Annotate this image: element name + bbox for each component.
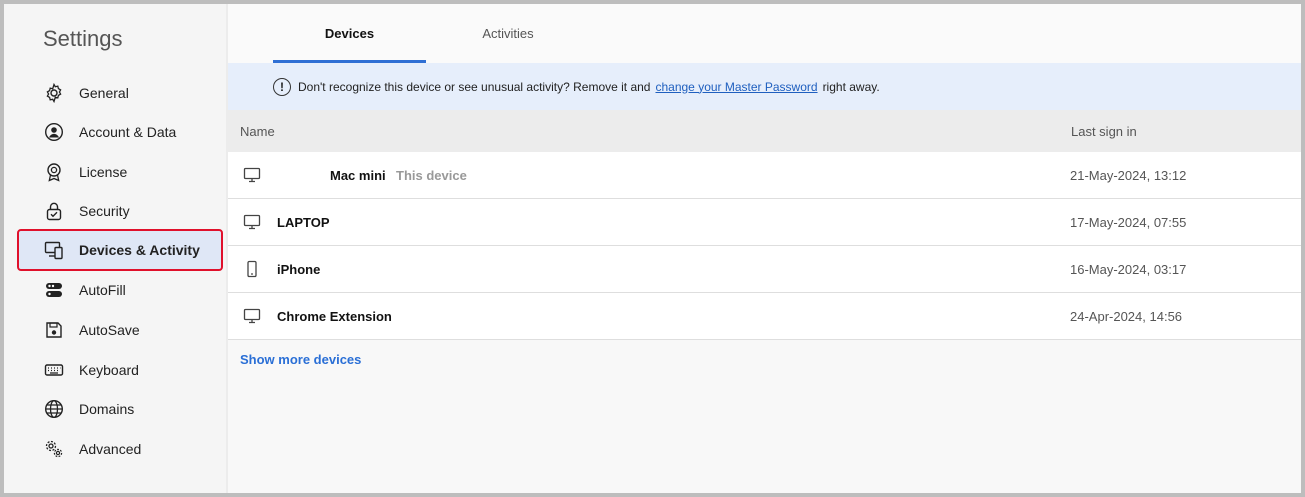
sidebar-item-autosave[interactable]: AutoSave (19, 311, 221, 349)
devices-icon (43, 239, 65, 261)
sidebar-item-license[interactable]: License (19, 153, 221, 191)
devices-table-header: Name Last sign in (228, 110, 1301, 152)
desktop-icon (242, 212, 262, 232)
device-name: Mac mini (330, 168, 386, 183)
keyboard-icon (43, 359, 65, 381)
last-sign-in: 21-May-2024, 13:12 (1070, 168, 1187, 183)
desktop-icon (242, 306, 262, 326)
lock-icon (43, 200, 65, 222)
globe-icon (43, 398, 65, 420)
device-name: Chrome Extension (277, 309, 392, 324)
settings-window: Settings General Account & Data License … (0, 0, 1305, 497)
sidebar-item-domains[interactable]: Domains (19, 390, 221, 428)
table-row[interactable]: LAPTOP 17-May-2024, 07:55 (228, 199, 1301, 246)
table-row[interactable]: Mac mini This device 21-May-2024, 13:12 (228, 152, 1301, 199)
sidebar-item-label: Security (79, 203, 130, 219)
license-badge-icon (43, 161, 65, 183)
table-row[interactable]: Chrome Extension 24-Apr-2024, 14:56 (228, 293, 1301, 340)
change-master-password-link[interactable]: change your Master Password (655, 80, 817, 94)
tab-bar: Devices Activities (228, 4, 1301, 63)
column-header-last-sign-in: Last sign in (1071, 124, 1137, 139)
last-sign-in: 16-May-2024, 03:17 (1070, 262, 1187, 277)
sidebar-item-keyboard[interactable]: Keyboard (19, 351, 221, 389)
column-header-name: Name (240, 124, 275, 139)
sidebar-item-security[interactable]: Security (19, 192, 221, 230)
last-sign-in: 17-May-2024, 07:55 (1070, 215, 1187, 230)
sidebar-item-account-data[interactable]: Account & Data (19, 113, 221, 151)
this-device-tag: This device (396, 168, 467, 183)
show-more-devices-link[interactable]: Show more devices (240, 352, 361, 367)
security-warning-banner: ! Don't recognize this device or see unu… (228, 63, 1301, 110)
sidebar: Settings General Account & Data License … (4, 4, 228, 493)
sidebar-title: Settings (43, 26, 123, 51)
autofill-icon (43, 279, 65, 301)
sidebar-item-label: AutoFill (79, 282, 126, 298)
last-sign-in: 24-Apr-2024, 14:56 (1070, 309, 1183, 324)
sidebar-item-label: Account & Data (79, 124, 177, 140)
account-icon (43, 121, 65, 143)
sidebar-item-label: Keyboard (79, 362, 139, 378)
sidebar-item-label: License (79, 164, 128, 180)
device-name: iPhone (277, 262, 321, 277)
sidebar-item-advanced[interactable]: Advanced (19, 430, 221, 468)
desktop-icon (242, 165, 262, 185)
banner-text-after: right away. (822, 79, 880, 94)
save-icon (43, 319, 65, 341)
sidebar-item-label: General (79, 85, 129, 101)
main-panel: Devices Activities ! Don't recognize thi… (228, 4, 1301, 493)
tab-activities[interactable]: Activities (433, 4, 583, 63)
banner-text: Don't recognize this device or see unusu… (298, 79, 651, 94)
sidebar-item-devices-activity[interactable]: Devices & Activity (17, 229, 223, 271)
device-name: LAPTOP (277, 215, 330, 230)
sidebar-item-label: AutoSave (79, 322, 140, 338)
table-row[interactable]: iPhone 16-May-2024, 03:17 (228, 246, 1301, 293)
phone-icon (242, 259, 262, 279)
sidebar-item-label: Domains (79, 401, 135, 417)
sidebar-item-general[interactable]: General (19, 74, 221, 112)
info-icon: ! (273, 77, 291, 96)
advanced-gears-icon (43, 438, 65, 460)
tab-devices[interactable]: Devices (273, 4, 426, 63)
gear-icon (43, 82, 65, 104)
sidebar-item-autofill[interactable]: AutoFill (19, 271, 221, 309)
sidebar-item-label: Devices & Activity (79, 242, 200, 258)
sidebar-item-label: Advanced (79, 441, 142, 457)
